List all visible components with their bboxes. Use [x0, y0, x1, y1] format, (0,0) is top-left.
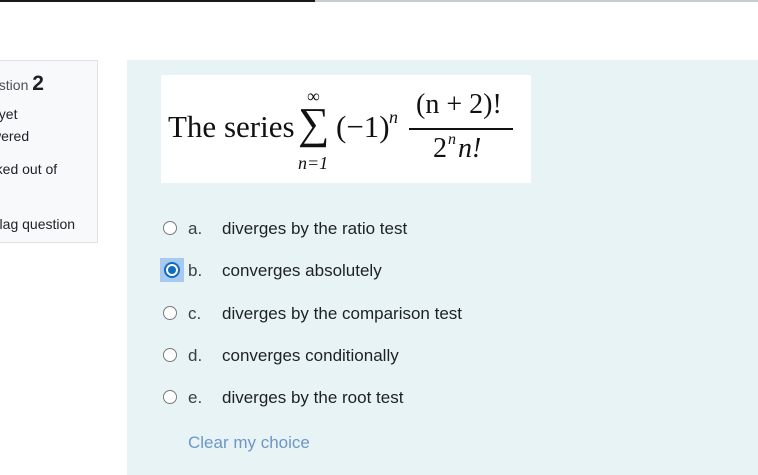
answer-option-e[interactable]: e. diverges by the root test	[160, 385, 580, 413]
option-text: diverges by the comparison test	[222, 303, 463, 323]
radio-button[interactable]	[163, 347, 177, 362]
fraction-denominator-rest: n!	[458, 133, 482, 164]
clear-choice-link[interactable]: Clear my choice	[188, 433, 310, 453]
question-status-line1: t yet	[0, 106, 18, 122]
sum-symbol: ∑	[298, 99, 330, 148]
radio-button[interactable]	[163, 390, 177, 404]
option-text: diverges by the ratio test	[222, 219, 408, 238]
question-info-panel: estion 2 t yet wered rked out of 0 Flag …	[0, 60, 98, 243]
question-formula-image: The series ∞ ∑ n=1 (−1) n (n + 2)! 2 n n…	[161, 75, 531, 183]
question-content: The series ∞ ∑ n=1 (−1) n (n + 2)! 2 n n…	[127, 60, 758, 475]
answer-option-c[interactable]: c. diverges by the comparison test	[160, 301, 580, 329]
radio-button[interactable]	[160, 258, 184, 283]
formula-term: (−1)	[336, 109, 390, 144]
option-letter: c.	[188, 303, 202, 323]
fraction-numerator: (n + 2)!	[416, 89, 502, 120]
option-letter: d.	[188, 345, 203, 365]
formula-term-exponent: n	[389, 107, 398, 127]
answer-option-b[interactable]: b. converges absolutely	[160, 258, 580, 286]
top-bar-dark	[0, 0, 315, 2]
fraction-denominator-base: 2	[433, 133, 447, 164]
fraction-denominator-exponent: n	[448, 131, 456, 148]
top-bar-light	[315, 0, 758, 2]
question-status-line2: wered	[0, 128, 30, 144]
radio-button[interactable]	[163, 221, 177, 235]
option-letter: b.	[188, 261, 203, 281]
answer-option-a[interactable]: a. diverges by the ratio test	[160, 216, 580, 244]
answer-option-d[interactable]: d. converges conditionally	[160, 343, 580, 371]
radio-button[interactable]	[163, 305, 177, 320]
option-letter: a.	[188, 219, 203, 238]
fraction-bar	[409, 128, 513, 130]
sum-lower-limit: n=1	[298, 153, 329, 173]
option-text: converges conditionally	[222, 345, 399, 365]
option-text: converges absolutely	[222, 261, 382, 281]
question-marks-line1: rked out of	[0, 161, 58, 177]
option-letter: e.	[188, 388, 203, 407]
option-text: diverges by the root test	[222, 388, 404, 407]
flag-question-link[interactable]: Flag question	[0, 216, 75, 232]
question-number: estion 2	[0, 72, 44, 95]
formula-prefix: The series	[168, 109, 295, 144]
